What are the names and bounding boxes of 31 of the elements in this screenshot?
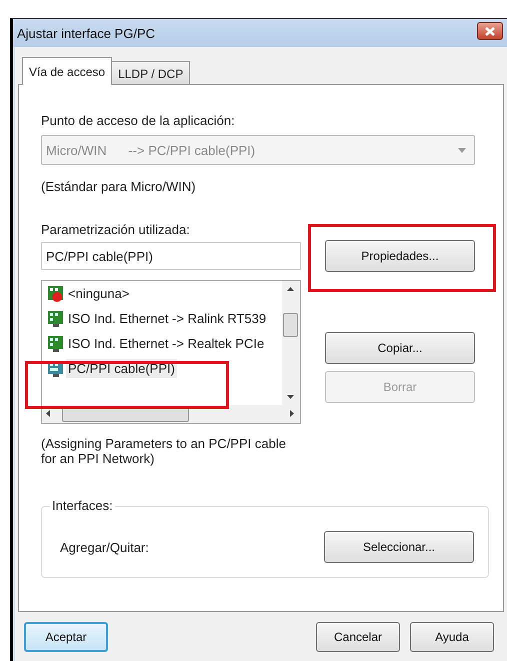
tab[interactable]: Vía de acceso — [22, 57, 112, 85]
copy-button[interactable]: Copiar... — [325, 332, 475, 364]
dialog-button[interactable]: Ayuda — [410, 622, 494, 652]
list-item[interactable]: <ninguna> — [42, 281, 280, 306]
field-label: Punto de acceso de la aplicación: — [41, 113, 236, 128]
field-label: Parametrización utilizada: — [41, 222, 191, 237]
window-title: Ajustar interface PG/PC — [17, 26, 155, 40]
parametrization-field[interactable]: PC/PPI cable(PPI) — [41, 242, 301, 270]
tab[interactable]: LLDP / DCP — [111, 61, 190, 85]
properties-button[interactable]: Propiedades... — [325, 240, 475, 272]
network-error-icon — [47, 284, 65, 302]
description-text: (Assigning Parameters to an PC/PPI cable for an PPI Network) — [41, 436, 287, 466]
group-title: Interfaces: — [50, 498, 115, 513]
list-item[interactable]: ISO Ind. Ethernet -> Ralink RT539 — [42, 306, 280, 331]
select-button[interactable]: Seleccionar... — [324, 531, 474, 563]
scroll-up-icon[interactable] — [287, 287, 294, 291]
scroll-right-icon[interactable] — [290, 410, 294, 417]
scroll-down-icon[interactable] — [287, 395, 294, 399]
field-label: Agregar/Quitar: — [60, 540, 149, 554]
dropdown-arrow-icon — [458, 148, 466, 152]
parameter-list[interactable]: <ninguna> ISO Ind. Ethernet -> Ralink RT539 ISO Ind. Ethernet -> Realtek PCIe PC/PPI cable(PPI) — [41, 280, 301, 424]
network-card-icon — [47, 334, 65, 352]
vertical-scrollbar[interactable] — [282, 281, 300, 405]
hint-text: (Estándar para Micro/WIN) — [41, 179, 197, 194]
dialog-button[interactable]: Cancelar — [316, 622, 400, 652]
dialog-button[interactable]: Aceptar — [24, 622, 108, 652]
list-item[interactable]: ISO Ind. Ethernet -> Realtek PCIe — [42, 331, 280, 356]
scroll-thumb[interactable] — [283, 313, 298, 337]
close-icon[interactable] — [477, 22, 503, 40]
network-card-icon — [47, 310, 65, 328]
scroll-left-icon[interactable] — [46, 410, 50, 417]
